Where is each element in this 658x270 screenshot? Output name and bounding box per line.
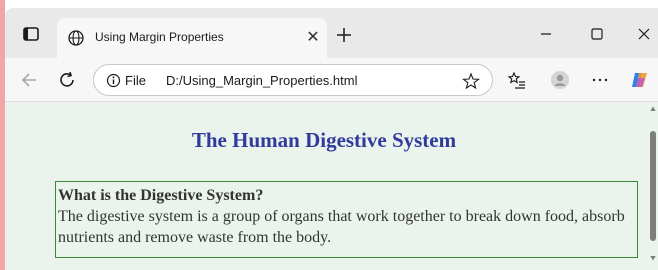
url-scheme-label: File: [125, 73, 146, 88]
maximize-icon[interactable]: [588, 25, 606, 43]
section-heading: What is the Digestive System?: [58, 187, 264, 204]
page-viewport: The Human Digestive System What is the D…: [5, 103, 658, 270]
globe-icon: [68, 30, 84, 46]
profile-icon[interactable]: [550, 70, 570, 90]
star-icon[interactable]: [462, 72, 480, 90]
content-box: What is the Digestive System? The digest…: [55, 181, 638, 258]
more-icon[interactable]: [590, 70, 610, 90]
minimize-icon[interactable]: [537, 25, 555, 43]
browser-window: Using Margin Properties ✕ File D:/Using_…: [5, 8, 658, 270]
tab-strip: Using Margin Properties ✕: [5, 8, 658, 58]
window-close-icon[interactable]: [635, 25, 653, 43]
address-bar[interactable]: File D:/Using_Margin_Properties.html: [93, 64, 493, 96]
close-icon[interactable]: ✕: [305, 30, 321, 46]
page-title: The Human Digestive System: [191, 128, 457, 152]
reload-icon[interactable]: [57, 70, 77, 90]
url-text[interactable]: D:/Using_Margin_Properties.html: [166, 73, 357, 88]
scroll-down-icon[interactable]: [650, 255, 656, 261]
back-icon[interactable]: [19, 70, 39, 90]
plus-icon[interactable]: [335, 26, 353, 44]
tab-active[interactable]: Using Margin Properties ✕: [57, 18, 327, 58]
toolbar: File D:/Using_Margin_Properties.html: [5, 58, 658, 102]
scroll-up-icon[interactable]: [650, 106, 656, 112]
copilot-icon[interactable]: [630, 70, 650, 90]
info-icon[interactable]: [106, 73, 121, 88]
sidebar-icon[interactable]: [21, 24, 41, 44]
section-body: The digestive system is a group of organ…: [58, 208, 625, 246]
favorites-icon[interactable]: [507, 70, 527, 90]
scrollbar-thumb[interactable]: [650, 131, 656, 241]
tab-title: Using Margin Properties: [95, 30, 224, 44]
